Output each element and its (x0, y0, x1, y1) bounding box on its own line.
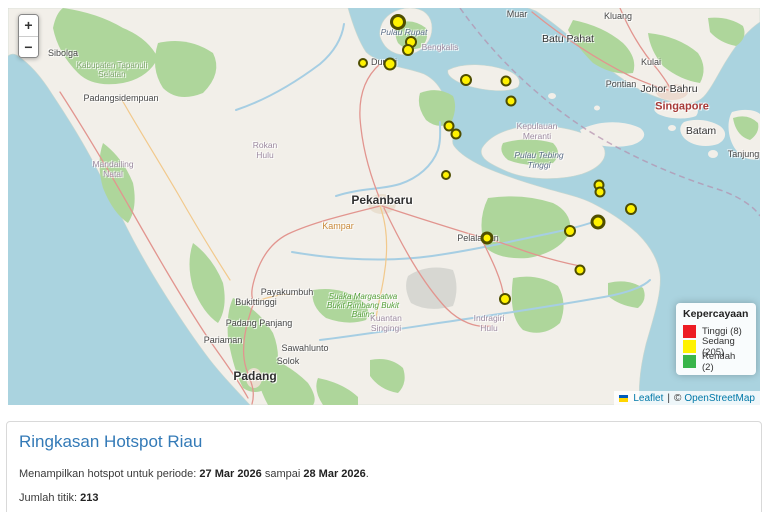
hotspot-marker[interactable] (358, 58, 368, 68)
count-value: 213 (80, 492, 98, 504)
legend-item-label: Rendah (2) (702, 351, 749, 373)
hotspot-marker[interactable] (595, 187, 606, 198)
hotspot-marker[interactable] (501, 76, 512, 87)
hotspot-marker[interactable] (564, 225, 576, 237)
hotspot-marker[interactable] (481, 232, 494, 245)
period-start-date: 27 Mar 2026 (199, 468, 261, 480)
hotspot-marker[interactable] (441, 170, 451, 180)
period-prefix: Menampilkan hotspot untuk periode: (19, 468, 196, 480)
legend-panel: Kepercayaan Tinggi (8)Sedang (205)Rendah… (676, 303, 756, 375)
copyright-symbol: © (674, 393, 681, 404)
legend-swatch-icon (683, 355, 696, 368)
count-label: Jumlah titik: (19, 492, 77, 504)
hotspot-marker[interactable] (506, 96, 517, 107)
hotspot-marker[interactable] (460, 74, 472, 86)
period-suffix: . (366, 468, 369, 480)
hotspot-marker[interactable] (384, 58, 397, 71)
hotspot-marker[interactable] (591, 215, 606, 230)
zoom-out-button[interactable]: − (19, 36, 38, 57)
hotspot-marker[interactable] (625, 203, 637, 215)
legend-swatch-icon (683, 340, 696, 353)
period-end-date: 28 Mar 2026 (303, 468, 365, 480)
leaflet-map[interactable]: SibolgaKabupaten Tapanuli SelatanPadangs… (8, 8, 760, 405)
hotspot-marker[interactable] (575, 265, 586, 276)
summary-title: Ringkasan Hotspot Riau (19, 432, 749, 452)
summary-card: Ringkasan Hotspot Riau Menampilkan hotsp… (6, 421, 762, 512)
legend-title: Kepercayaan (683, 308, 749, 320)
period-connector: sampai (265, 468, 300, 480)
attribution-separator: | (667, 393, 670, 404)
hotspot-marker[interactable] (390, 14, 406, 30)
leaflet-link[interactable]: Leaflet (633, 393, 663, 404)
legend-item: Rendah (2) (683, 354, 749, 369)
legend-swatch-icon (683, 325, 696, 338)
zoom-control: + − (18, 14, 39, 58)
summary-period: Menampilkan hotspot untuk periode: 27 Ma… (19, 468, 749, 480)
summary-count: Jumlah titik: 213 (19, 492, 749, 504)
legend-items: Tinggi (8)Sedang (205)Rendah (2) (683, 324, 749, 369)
zoom-in-button[interactable]: + (19, 15, 38, 36)
hotspot-marker[interactable] (499, 293, 511, 305)
hotspot-marker[interactable] (451, 129, 462, 140)
attribution-bar: Leaflet | © OpenStreetMap (614, 391, 760, 405)
osm-link[interactable]: OpenStreetMap (684, 393, 755, 404)
leaflet-flag-icon (619, 395, 628, 402)
hotspot-marker[interactable] (402, 44, 414, 56)
